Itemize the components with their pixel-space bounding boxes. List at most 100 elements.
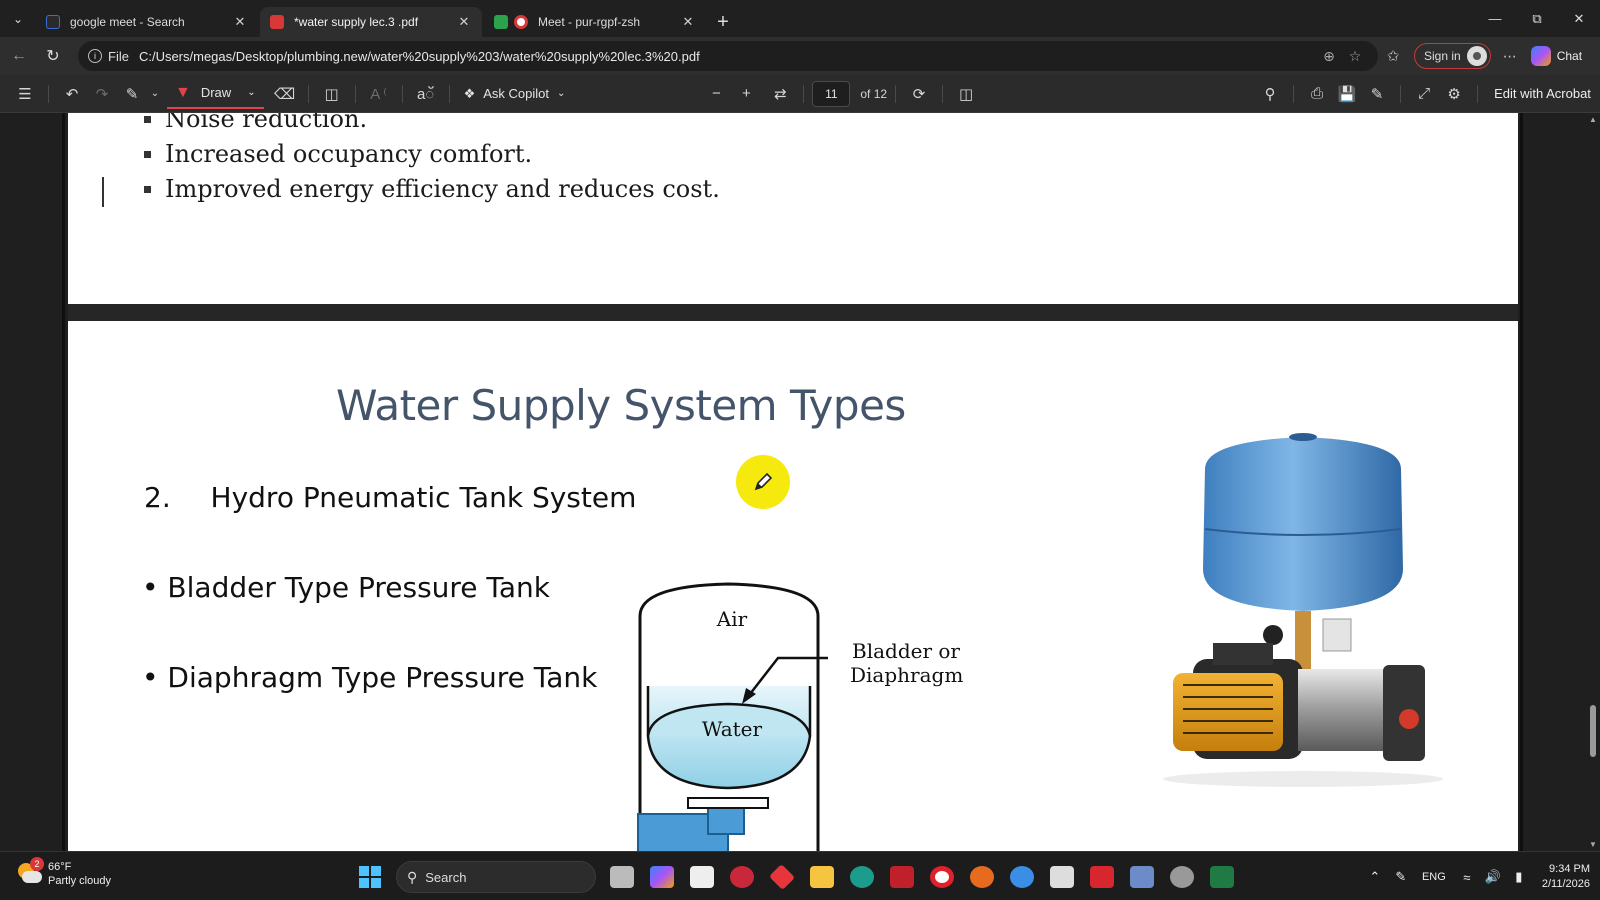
zoom-icon[interactable]: ⊕ bbox=[1316, 48, 1342, 65]
highlight-icon[interactable]: ✎ bbox=[117, 79, 147, 109]
back-arrow-icon[interactable]: ← bbox=[4, 41, 34, 71]
draw-dropdown-chevron-icon[interactable]: ⌄ bbox=[247, 87, 255, 98]
callout-label-line1: Bladder or bbox=[852, 639, 960, 663]
ask-copilot-chevron-icon[interactable]: ⌄ bbox=[557, 88, 565, 99]
rotate-icon[interactable]: ⟳ bbox=[904, 79, 934, 109]
edit-with-acrobat-button[interactable]: Edit with Acrobat bbox=[1494, 86, 1591, 101]
opera-app[interactable] bbox=[922, 857, 962, 897]
snipping-tool-app[interactable] bbox=[1042, 857, 1082, 897]
close-tab-icon[interactable]: ✕ bbox=[680, 14, 696, 30]
store-app[interactable] bbox=[682, 857, 722, 897]
sign-in-label: Sign in bbox=[1424, 49, 1461, 63]
ask-copilot-button[interactable]: ❖ Ask Copilot ⌄ bbox=[458, 86, 572, 102]
firefox-icon bbox=[970, 866, 994, 888]
print-icon[interactable]: ⎙ bbox=[1302, 79, 1332, 109]
save-icon[interactable]: 💾 bbox=[1332, 79, 1362, 109]
vertical-scrollbar[interactable]: ▲ ▼ bbox=[1586, 113, 1600, 851]
speaker-icon[interactable]: 🔊 bbox=[1480, 869, 1506, 885]
edge-app[interactable] bbox=[842, 857, 882, 897]
slide-title: Water Supply System Types bbox=[336, 381, 906, 430]
copilot-chat-button[interactable]: Chat bbox=[1530, 46, 1582, 66]
firefox-app[interactable] bbox=[962, 857, 1002, 897]
close-window-icon[interactable]: ✕ bbox=[1558, 0, 1600, 37]
scroll-down-arrow-icon[interactable]: ▼ bbox=[1588, 840, 1598, 849]
chevron-up-icon[interactable]: ⌃ bbox=[1362, 869, 1388, 885]
info-icon[interactable]: i bbox=[88, 49, 102, 63]
close-tab-icon[interactable]: ✕ bbox=[232, 14, 248, 30]
redo-icon[interactable]: ↷ bbox=[87, 79, 117, 109]
refresh-icon[interactable]: ↻ bbox=[38, 41, 68, 71]
tab-pdf[interactable]: *water supply lec.3 .pdf ✕ bbox=[260, 7, 482, 37]
draw-button[interactable]: ▼ Draw ⌄ bbox=[167, 79, 264, 109]
more-options-icon[interactable]: ⋯ bbox=[1495, 48, 1525, 65]
tank-neck bbox=[687, 797, 769, 809]
anydesk-app[interactable] bbox=[762, 857, 802, 897]
settings-app[interactable] bbox=[1162, 857, 1202, 897]
fit-width-icon[interactable]: ⇄ bbox=[765, 79, 795, 109]
recorder-app[interactable] bbox=[722, 857, 762, 897]
page-view-icon[interactable]: ◫ bbox=[951, 79, 981, 109]
page-number-input[interactable]: 11 bbox=[812, 80, 851, 107]
language-indicator[interactable]: ENG bbox=[1414, 871, 1454, 883]
calculator-icon bbox=[1130, 866, 1154, 888]
water-label: Water bbox=[702, 717, 763, 741]
bladder-tank-diagram: Air Water Bladder or Diaphragm bbox=[637, 582, 963, 851]
sign-in-button[interactable]: Sign in bbox=[1414, 43, 1491, 69]
taskbar-search-box[interactable]: ⚲ Search bbox=[396, 861, 596, 893]
zoom-in-icon[interactable]: + bbox=[731, 79, 761, 109]
store-icon bbox=[690, 866, 714, 888]
page-border-right bbox=[1520, 113, 1523, 851]
excel-app[interactable] bbox=[1202, 857, 1242, 897]
clock-date: 2/11/2026 bbox=[1541, 878, 1590, 890]
restore-icon[interactable]: ⧉ bbox=[1516, 0, 1558, 37]
calculator-app[interactable] bbox=[1122, 857, 1162, 897]
copilot-app[interactable] bbox=[642, 857, 682, 897]
tab-title: *water supply lec.3 .pdf bbox=[294, 15, 419, 29]
text-box-icon[interactable]: ◫ bbox=[317, 79, 347, 109]
page-border-left bbox=[62, 113, 65, 851]
highlight-dropdown-chevron-icon[interactable]: ⌄ bbox=[147, 79, 163, 109]
read-aloud-icon[interactable]: A ⁽ bbox=[364, 79, 394, 109]
scrollbar-thumb[interactable] bbox=[1590, 705, 1596, 757]
eraser-icon[interactable]: ⌫ bbox=[270, 79, 300, 109]
toolbar-divider bbox=[1400, 84, 1402, 103]
zoom-out-icon[interactable]: − bbox=[701, 79, 731, 109]
contents-list-icon[interactable]: ☰ bbox=[10, 79, 40, 109]
anydesk-icon bbox=[768, 863, 796, 891]
start-button[interactable] bbox=[350, 857, 390, 897]
clock[interactable]: 9:34 PM 2/11/2026 bbox=[1542, 862, 1590, 892]
search-favicon-icon bbox=[46, 15, 60, 29]
fullscreen-icon[interactable]: ⤢ bbox=[1409, 79, 1439, 109]
new-tab-button[interactable]: + bbox=[708, 7, 738, 37]
tab-actions-chevron-icon[interactable]: ⌄ bbox=[0, 0, 36, 37]
battery-icon[interactable]: ▮ bbox=[1506, 869, 1532, 885]
bullet-square-icon bbox=[144, 115, 151, 123]
save-as-icon[interactable]: ✎ bbox=[1362, 79, 1392, 109]
tab-meet[interactable]: Meet - pur-rgpf-zsh ✕ bbox=[484, 7, 706, 37]
address-field[interactable]: i File C:/Users/megas/Desktop/plumbing.n… bbox=[78, 41, 1378, 71]
window-controls: — ⧉ ✕ bbox=[1474, 0, 1600, 37]
undo-icon[interactable]: ↶ bbox=[57, 79, 87, 109]
task-view-button[interactable] bbox=[602, 857, 642, 897]
tab-google-search[interactable]: google meet - Search ✕ bbox=[36, 7, 258, 37]
scroll-up-arrow-icon[interactable]: ▲ bbox=[1588, 115, 1598, 124]
favorites-icon[interactable]: ✩ bbox=[1378, 47, 1408, 65]
help-app[interactable] bbox=[1002, 857, 1042, 897]
file-explorer-app[interactable] bbox=[802, 857, 842, 897]
settings-gear-icon[interactable]: ⚙ bbox=[1439, 79, 1469, 109]
mcafee-app[interactable] bbox=[882, 857, 922, 897]
url-text[interactable]: C:/Users/megas/Desktop/plumbing.new/wate… bbox=[139, 49, 1316, 64]
favorite-star-icon[interactable]: ☆ bbox=[1342, 48, 1368, 65]
translate-icon[interactable]: aॅ bbox=[411, 79, 441, 109]
minimize-icon[interactable]: — bbox=[1474, 0, 1516, 37]
pen-input-icon[interactable]: ✎ bbox=[1388, 869, 1414, 885]
wifi-icon[interactable]: ≈ bbox=[1454, 870, 1480, 885]
pdf-viewport[interactable]: Noise reduction. Increased occupancy com… bbox=[0, 113, 1600, 851]
bullet-text: Improved energy efficiency and reduces c… bbox=[165, 175, 720, 203]
close-tab-icon[interactable]: ✕ bbox=[456, 14, 472, 30]
list-item: Increased occupancy comfort. bbox=[144, 140, 532, 168]
acrobat-app[interactable] bbox=[1082, 857, 1122, 897]
search-icon[interactable]: ⚲ bbox=[1255, 79, 1285, 109]
windows-logo-icon bbox=[359, 866, 381, 888]
weather-widget[interactable]: 2 66°F Partly cloudy bbox=[16, 857, 111, 888]
